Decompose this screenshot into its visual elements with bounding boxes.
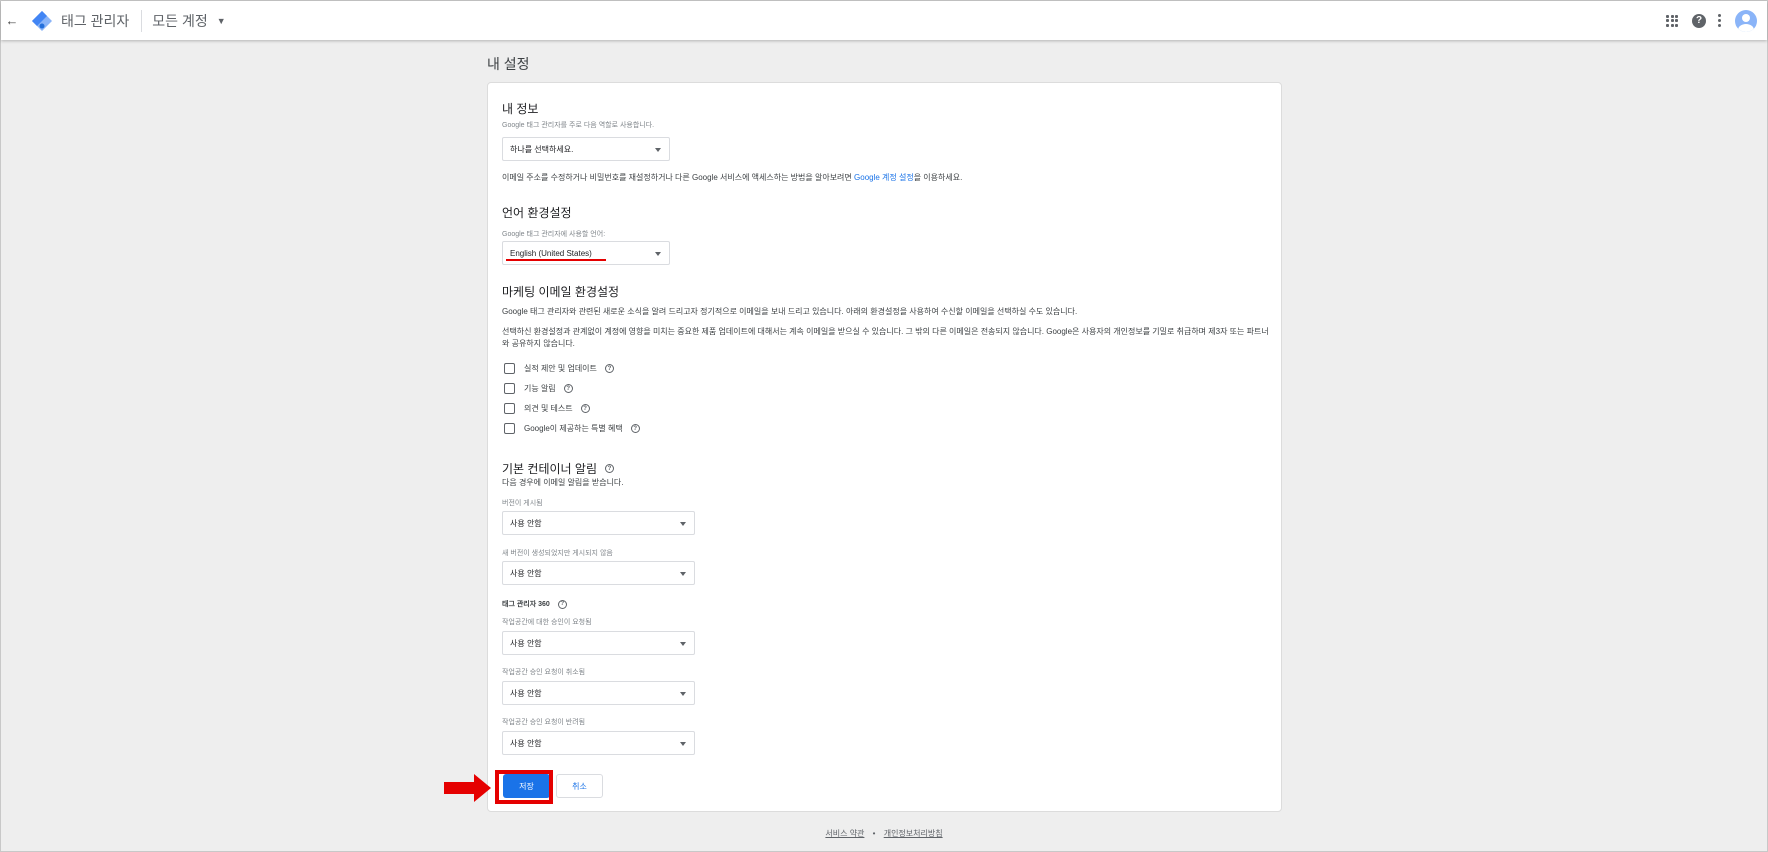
help-circle-icon[interactable]: ? bbox=[580, 404, 590, 413]
dropdown-arrow-icon bbox=[680, 692, 686, 696]
approval-cancelled-label: 작업공간 승인 요청이 취소됨 bbox=[502, 669, 586, 676]
cancel-button[interactable]: 취소 bbox=[556, 774, 603, 798]
checkbox-option-offers[interactable]: Google이 제공하는 특별 혜택 ? bbox=[504, 423, 640, 434]
checkbox-label: Google이 제공하는 특별 혜택 bbox=[524, 424, 623, 433]
header-divider bbox=[141, 9, 143, 32]
checkbox-label: 기능 알림 bbox=[524, 384, 556, 393]
role-select-value: 하나를 선택하세요. bbox=[510, 144, 574, 154]
language-label: Google 태그 관리자에 사용할 언어: bbox=[502, 231, 606, 238]
top-app-bar: ← 태그 관리자 모든 계정 ▼ ? bbox=[1, 1, 1767, 40]
dropdown-arrow-icon bbox=[655, 148, 661, 152]
help-circle-icon[interactable]: ? bbox=[563, 384, 573, 393]
published-label: 버전이 게시됨 bbox=[502, 500, 543, 507]
checkbox-option-performance[interactable]: 실적 제안 및 업데이트 ? bbox=[504, 363, 614, 374]
approval-rejected-select-value: 사용 안함 bbox=[510, 738, 542, 748]
approval-cancelled-select[interactable]: 사용 안함 bbox=[502, 681, 695, 705]
help-icon[interactable]: ? bbox=[1692, 13, 1706, 28]
marketing-heading: 마케팅 이메일 환경설정 bbox=[502, 285, 620, 299]
account-settings-note-text: 이메일 주소를 수정하거나 비밀번호를 재설정하거나 다른 Google 서비스… bbox=[502, 173, 855, 182]
language-highlight-underline bbox=[506, 259, 606, 261]
approval-rejected-select[interactable]: 사용 안함 bbox=[502, 731, 695, 755]
approval-cancelled-select-value: 사용 안함 bbox=[510, 688, 542, 698]
checkbox-option-feedback[interactable]: 의견 및 테스트 ? bbox=[504, 403, 590, 414]
marketing-desc-2: 선택하신 환경설정과 관계없이 계정에 영향을 미치는 중요한 제품 업데이트에… bbox=[502, 327, 1269, 348]
settings-card: 내 정보 Google 태그 관리자를 주로 다음 역할로 사용합니다. 하나를… bbox=[487, 82, 1282, 812]
privacy-link[interactable]: 개인정보처리방침 bbox=[884, 829, 943, 838]
account-settings-note: 이메일 주소를 수정하거나 비밀번호를 재설정하거나 다른 Google 서비스… bbox=[502, 172, 962, 184]
account-label: 모든 계정 bbox=[152, 12, 208, 29]
footer-separator: • bbox=[872, 829, 876, 838]
notifications-desc: 다음 경우에 이메일 알림을 받습니다. bbox=[502, 478, 624, 487]
language-select-value: English (United States) bbox=[510, 248, 592, 258]
help-circle-icon[interactable]: ? bbox=[604, 364, 614, 373]
approval-requested-select[interactable]: 사용 안함 bbox=[502, 631, 695, 655]
apps-grid-icon[interactable] bbox=[1666, 14, 1678, 27]
checkbox-option-feature[interactable]: 기능 알림 ? bbox=[504, 383, 573, 394]
google-account-settings-link[interactable]: Google 계정 설정 bbox=[854, 173, 914, 182]
help-circle-icon[interactable]: ? bbox=[557, 599, 567, 609]
dropdown-arrow-icon bbox=[680, 522, 686, 526]
approval-requested-label: 작업공간에 대한 승인이 요청됨 bbox=[502, 619, 592, 626]
language-heading: 언어 환경설정 bbox=[502, 206, 572, 220]
terms-link[interactable]: 서비스 약관 bbox=[825, 829, 864, 838]
approval-rejected-label: 작업공간 승인 요청이 반려됨 bbox=[502, 719, 586, 726]
save-highlight-box bbox=[495, 770, 553, 804]
checkbox[interactable] bbox=[504, 363, 515, 374]
notifications-heading: 기본 컨테이너 알림 bbox=[502, 462, 597, 476]
account-settings-note-suffix: 을 이용하세요. bbox=[913, 173, 963, 182]
help-circle-icon[interactable]: ? bbox=[630, 424, 640, 433]
caret-down-icon: ▼ bbox=[216, 15, 226, 26]
account-switcher[interactable]: 모든 계정 ▼ bbox=[152, 11, 225, 31]
dropdown-arrow-icon bbox=[680, 742, 686, 746]
checkbox[interactable] bbox=[504, 383, 515, 394]
role-select[interactable]: 하나를 선택하세요. bbox=[502, 137, 670, 161]
role-label: Google 태그 관리자를 주로 다음 역할로 사용합니다. bbox=[502, 122, 655, 129]
checkbox-label: 실적 제안 및 업데이트 bbox=[524, 364, 597, 373]
created-select-value: 사용 안함 bbox=[510, 568, 542, 578]
checkbox-label: 의견 및 테스트 bbox=[524, 404, 573, 413]
tm360-heading: 태그 관리자 360 bbox=[502, 601, 550, 608]
notifications-heading-row: 기본 컨테이너 알림 ? bbox=[502, 460, 614, 477]
help-circle-icon[interactable]: ? bbox=[605, 464, 614, 473]
pointer-arrow-icon bbox=[444, 774, 491, 802]
tag-manager-logo-icon bbox=[31, 10, 53, 32]
language-select[interactable]: English (United States) bbox=[502, 241, 670, 265]
published-select-value: 사용 안함 bbox=[510, 518, 542, 528]
footer: 서비스 약관 • 개인정보처리방침 bbox=[0, 828, 1768, 839]
back-arrow-icon[interactable]: ← bbox=[1, 1, 23, 40]
more-options-icon[interactable] bbox=[1718, 14, 1721, 27]
marketing-desc-1: Google 태그 관리자와 관련된 새로운 소식을 알려 드리고자 정기적으로… bbox=[502, 307, 1078, 316]
avatar[interactable] bbox=[1735, 9, 1757, 32]
dropdown-arrow-icon bbox=[680, 642, 686, 646]
created-label: 새 버전이 생성되었지만 게시되지 않음 bbox=[502, 550, 613, 557]
app-name: 태그 관리자 bbox=[61, 12, 130, 29]
created-select[interactable]: 사용 안함 bbox=[502, 561, 695, 585]
page-title: 내 설정 bbox=[487, 56, 530, 72]
published-select[interactable]: 사용 안함 bbox=[502, 511, 695, 535]
checkbox[interactable] bbox=[504, 403, 515, 414]
tm360-heading-row: 태그 관리자 360 ? bbox=[502, 599, 567, 609]
dropdown-arrow-icon bbox=[680, 572, 686, 576]
dropdown-arrow-icon bbox=[655, 252, 661, 256]
checkbox[interactable] bbox=[504, 423, 515, 434]
approval-requested-select-value: 사용 안함 bbox=[510, 638, 542, 648]
my-info-heading: 내 정보 bbox=[502, 102, 539, 116]
